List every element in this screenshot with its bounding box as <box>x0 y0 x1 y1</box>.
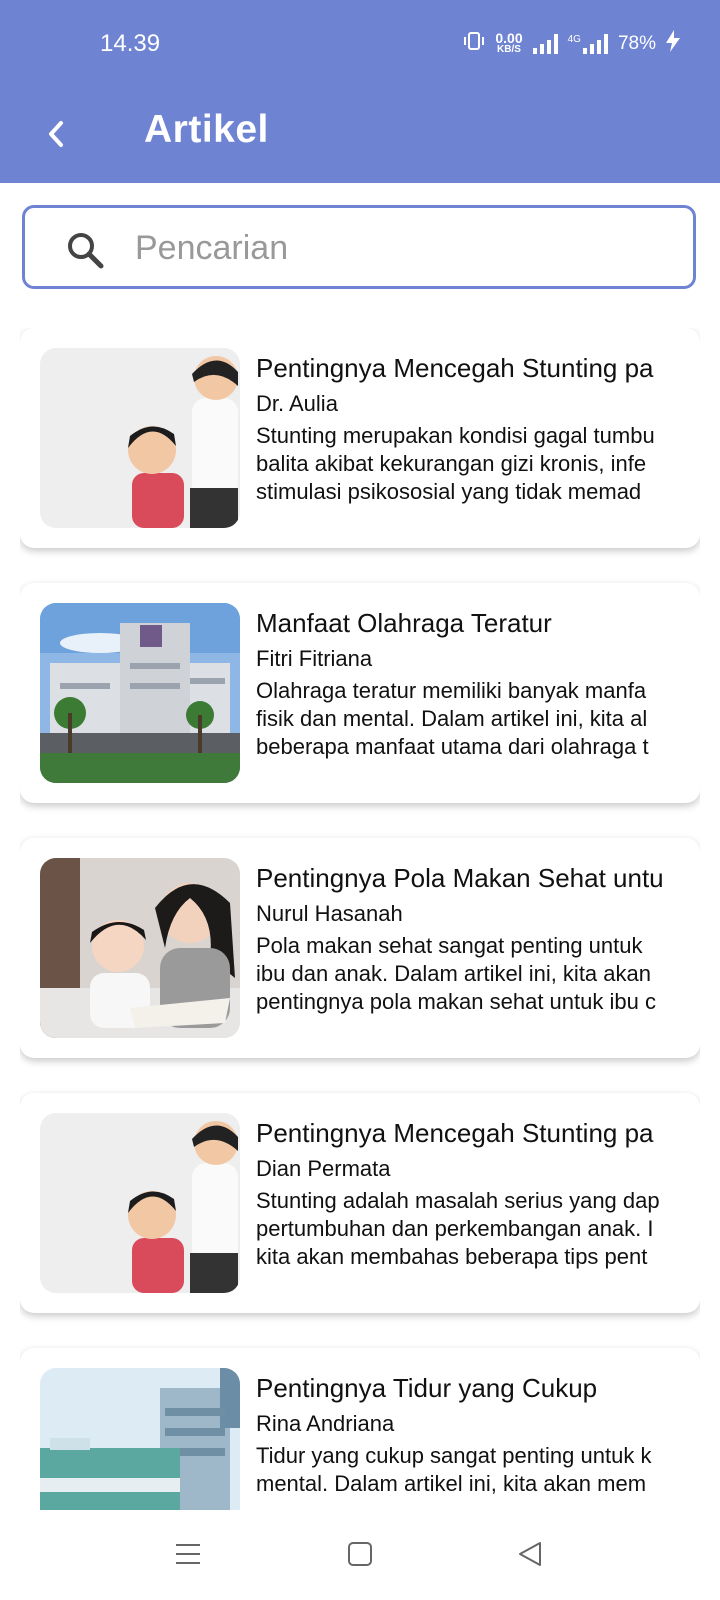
battery-level: 78% <box>617 32 656 54</box>
hospital-building-photo <box>40 603 240 783</box>
back-button[interactable] <box>30 110 82 162</box>
article-title: Pentingnya Mencegah Stunting pa <box>256 1118 654 1148</box>
app-bar: Artikel <box>0 90 720 183</box>
excerpt-line: ibu dan anak. Dalam artikel ini, kita ak… <box>256 961 651 986</box>
vibrate-icon <box>463 30 485 57</box>
system-back-button[interactable] <box>510 1536 550 1576</box>
excerpt-line: fisik dan mental. Dalam artikel ini, kit… <box>256 706 648 731</box>
article-excerpt: Stunting adalah masalah serius yang dap … <box>256 1187 680 1271</box>
excerpt-line: Stunting adalah masalah serius yang dap <box>256 1188 660 1213</box>
article-thumbnail <box>40 603 240 783</box>
signal-icon <box>532 33 558 54</box>
article-card[interactable]: Pentingnya Mencegah Stunting pa Dr. Auli… <box>20 328 700 548</box>
excerpt-line: stimulasi psikososial yang tidak memad <box>256 479 642 504</box>
article-title: Manfaat Olahraga Teratur <box>256 608 552 638</box>
signal-4g-icon: 4G <box>567 33 608 54</box>
article-author: Dr. Aulia <box>256 391 338 416</box>
net-speed-unit: KB/S <box>497 43 521 55</box>
menu-icon <box>174 1540 202 1573</box>
excerpt-line: pertumbuhan dan perkembangan anak. I <box>256 1216 654 1241</box>
network-type: 4G <box>567 33 581 45</box>
article-author: Nurul Hasanah <box>256 901 403 926</box>
article-title: Pentingnya Tidur yang Cukup <box>256 1373 598 1403</box>
article-excerpt: Olahraga teratur memiliki banyak manfa f… <box>256 677 680 761</box>
article-title: Pentingnya Pola Makan Sehat untu <box>256 863 664 893</box>
article-excerpt: Tidur yang cukup sangat penting untuk k … <box>256 1442 680 1498</box>
article-list[interactable]: Pentingnya Mencegah Stunting pa Dr. Auli… <box>20 328 700 1510</box>
excerpt-line: Pola makan sehat sangat penting untuk <box>256 933 643 958</box>
article-excerpt: Stunting merupakan kondisi gagal tumbu b… <box>256 422 680 506</box>
charging-icon <box>666 30 680 57</box>
children-photo <box>40 1113 240 1293</box>
excerpt-line: Tidur yang cukup sangat penting untuk k <box>256 1443 652 1468</box>
home-square-icon <box>346 1540 374 1573</box>
excerpt-line: kita akan membahas beberapa tips pent <box>256 1244 648 1269</box>
recents-button[interactable] <box>168 1536 208 1576</box>
chevron-left-icon <box>45 119 67 154</box>
search-input[interactable] <box>133 218 677 278</box>
article-card[interactable]: Pentingnya Pola Makan Sehat untu Nurul H… <box>20 838 700 1058</box>
excerpt-line: Olahraga teratur memiliki banyak manfa <box>256 678 647 703</box>
article-thumbnail <box>40 1113 240 1293</box>
children-photo <box>40 348 240 528</box>
status-bar: 14.39 0.00 KB/S 4G 78% <box>0 0 720 90</box>
back-triangle-icon <box>516 1540 544 1573</box>
excerpt-line: beberapa manfaat utama dari olahraga t <box>256 734 649 759</box>
article-author: Fitri Fitriana <box>256 646 373 671</box>
article-thumbnail <box>40 1368 240 1510</box>
net-speed: 0.00 KB/S <box>495 29 523 56</box>
article-card[interactable]: Manfaat Olahraga Teratur Fitri Fitriana … <box>20 583 700 803</box>
article-title: Pentingnya Mencegah Stunting pa <box>256 353 654 383</box>
hospital-tower-photo <box>40 1368 240 1510</box>
excerpt-line: Stunting merupakan kondisi gagal tumbu <box>256 423 655 448</box>
mother-child-reading-photo <box>40 858 240 1038</box>
article-text: Pentingnya Mencegah Stunting pa Dr. Auli… <box>256 350 680 506</box>
status-time: 14.39 <box>100 30 161 57</box>
article-thumbnail <box>40 858 240 1038</box>
excerpt-line: pentingnya pola makan sehat untuk ibu c <box>256 989 656 1014</box>
search-box[interactable] <box>22 205 696 289</box>
article-text: Pentingnya Tidur yang Cukup Rina Andrian… <box>256 1370 680 1498</box>
article-text: Pentingnya Pola Makan Sehat untu Nurul H… <box>256 860 680 1016</box>
net-speed-value: 0.00 <box>495 29 523 46</box>
excerpt-line: mental. Dalam artikel ini, kita akan mem <box>256 1471 647 1496</box>
home-button[interactable] <box>340 1536 380 1576</box>
system-nav-bar <box>0 1510 720 1600</box>
article-excerpt: Pola makan sehat sangat penting untuk ib… <box>256 932 680 1016</box>
article-card[interactable]: Pentingnya Mencegah Stunting pa Dian Per… <box>20 1093 700 1313</box>
excerpt-line: balita akibat kekurangan gizi kronis, in… <box>256 451 647 476</box>
article-card[interactable]: Pentingnya Tidur yang Cukup Rina Andrian… <box>20 1348 700 1510</box>
status-icons: 0.00 KB/S 4G 78% <box>463 30 680 57</box>
article-text: Pentingnya Mencegah Stunting pa Dian Per… <box>256 1115 680 1271</box>
page-title: Artikel <box>144 108 269 151</box>
article-thumbnail <box>40 348 240 528</box>
article-author: Rina Andriana <box>256 1411 395 1436</box>
article-text: Manfaat Olahraga Teratur Fitri Fitriana … <box>256 605 680 761</box>
search-icon <box>65 230 105 275</box>
article-author: Dian Permata <box>256 1156 391 1181</box>
